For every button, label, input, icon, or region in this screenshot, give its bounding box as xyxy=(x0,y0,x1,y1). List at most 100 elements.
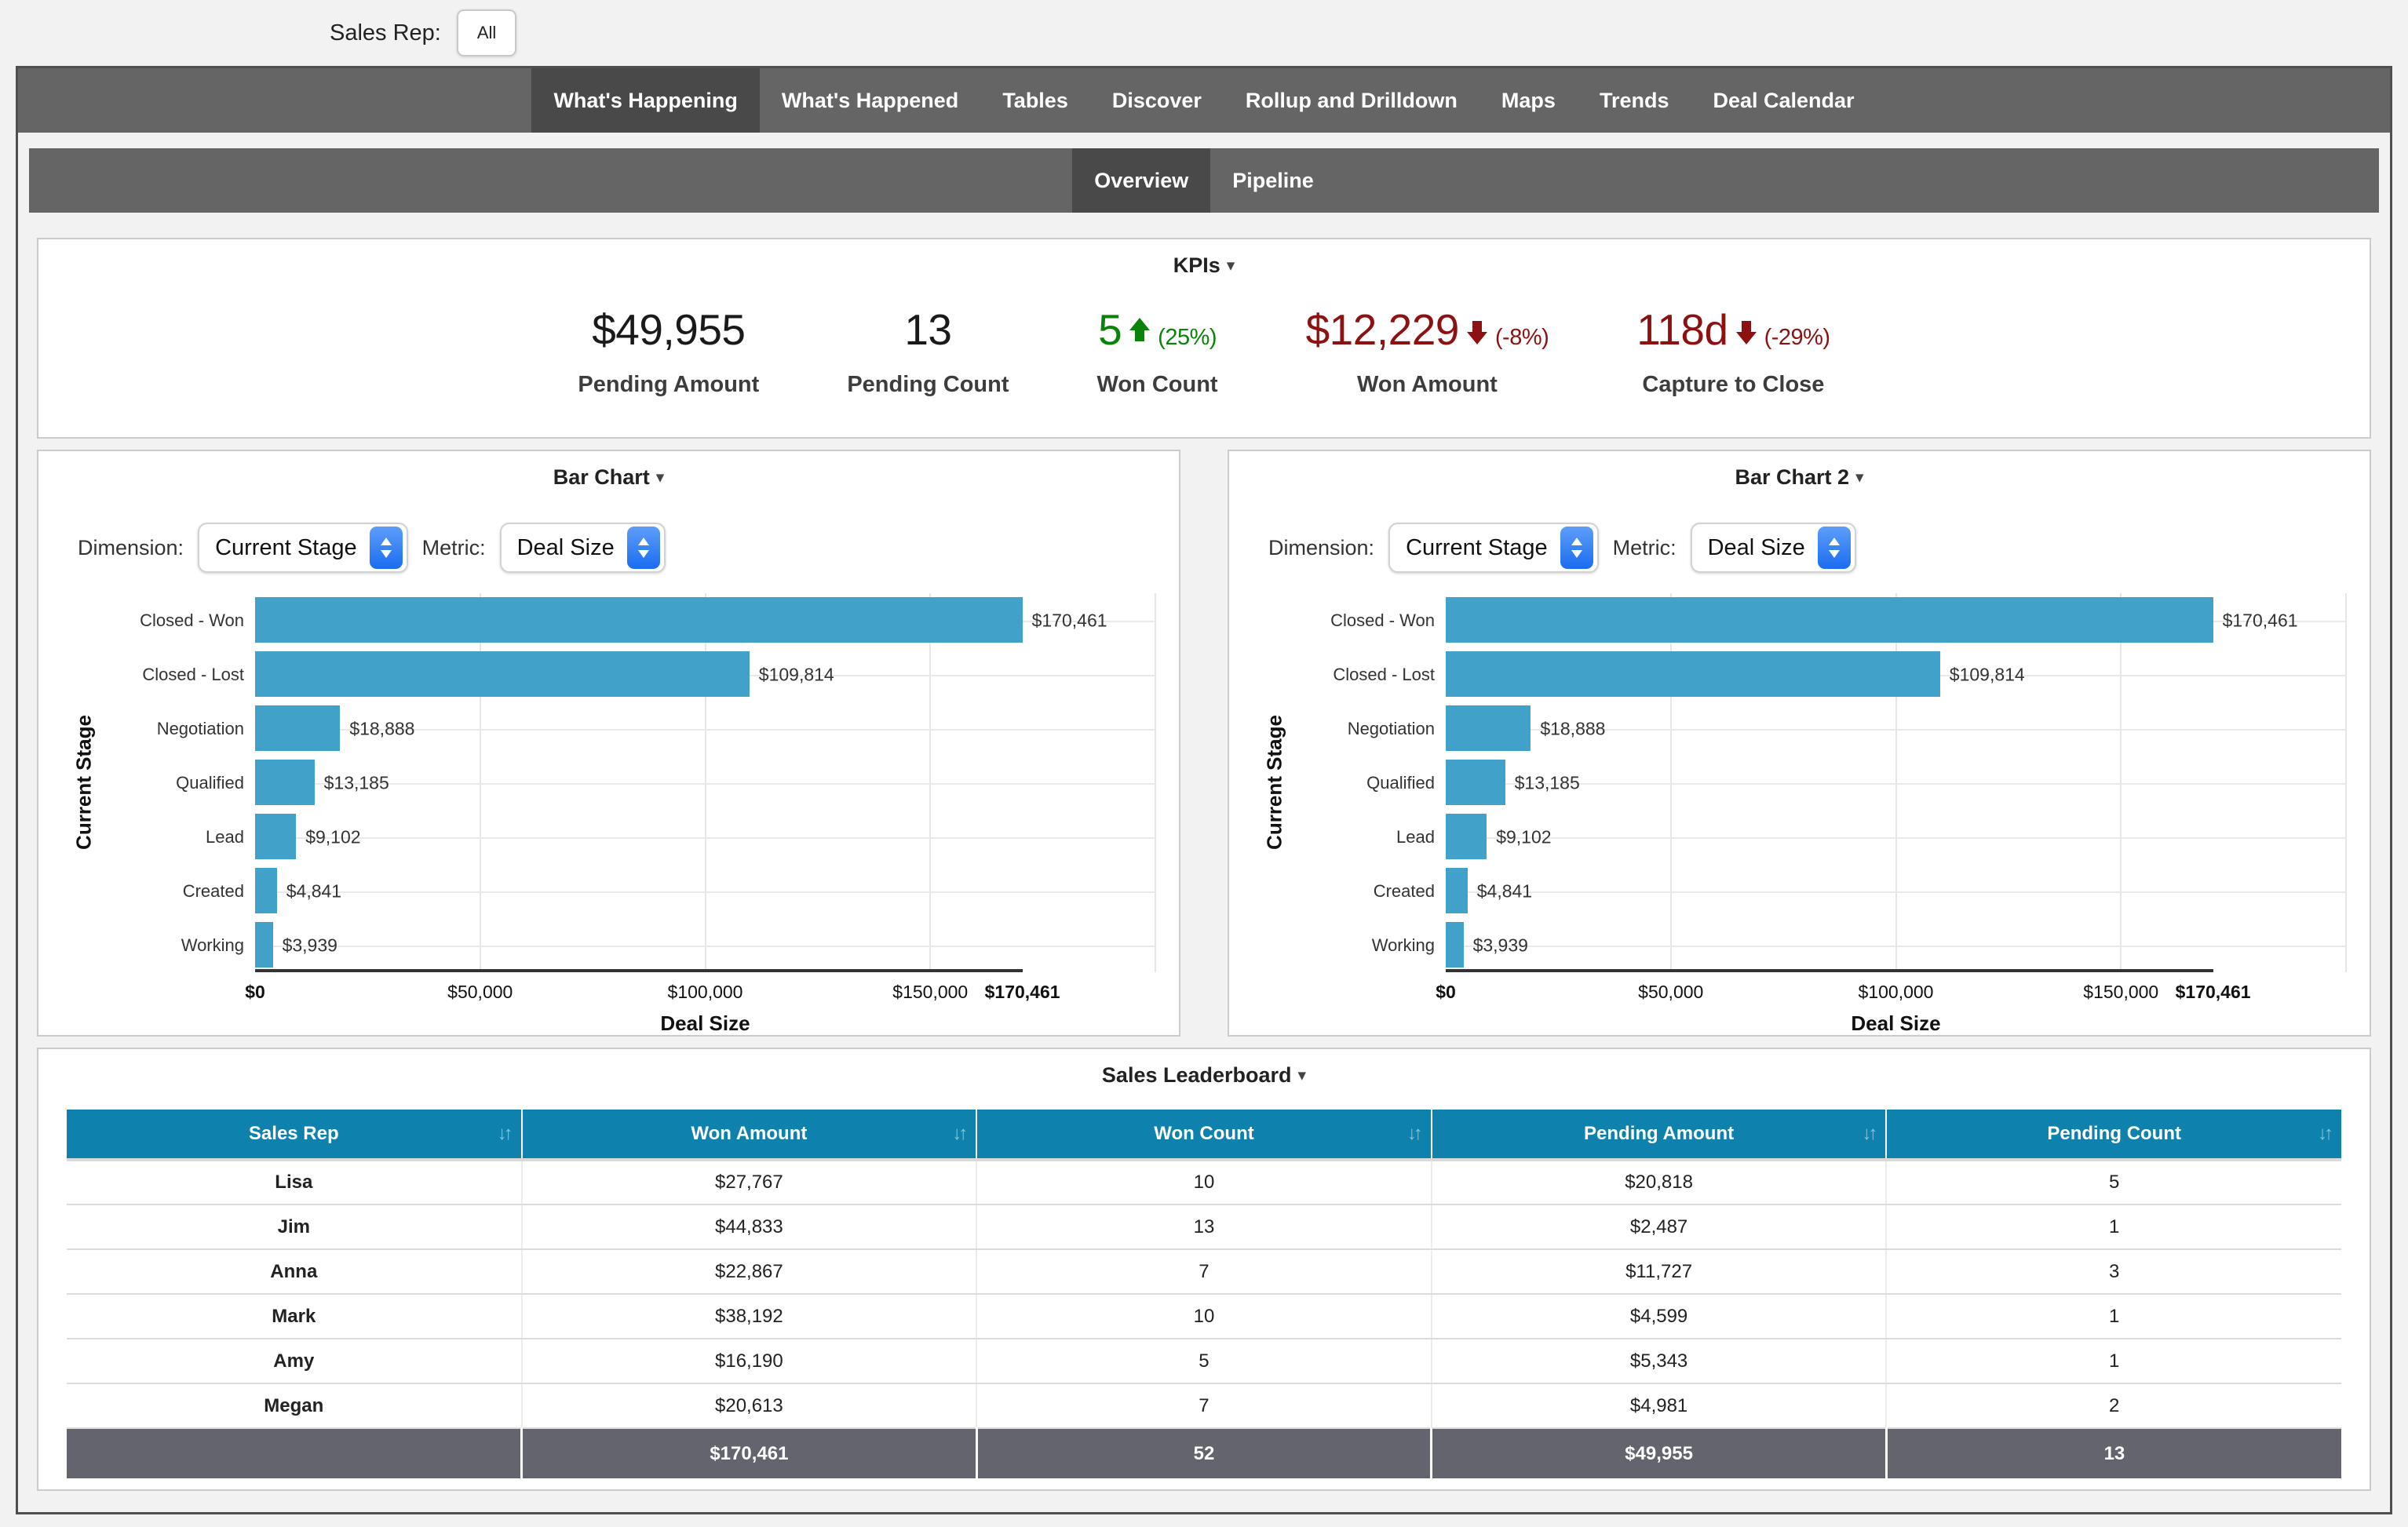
column-header-pending-amount[interactable]: Pending Amount ↓↑ xyxy=(1431,1110,1888,1161)
bar-value-label: $170,461 xyxy=(1031,610,1107,630)
total-cell xyxy=(67,1428,524,1478)
dimension-select[interactable]: Current Stage xyxy=(198,523,408,573)
kpi-value: 5 (25%) xyxy=(1098,305,1217,354)
nav-tab-deal-calendar[interactable]: Deal Calendar xyxy=(1691,68,1876,133)
bar-lead[interactable] xyxy=(1446,814,1487,859)
table-row: Jim $44,833 13 $2,487 1 xyxy=(67,1204,2341,1250)
bar-value-label: $13,185 xyxy=(1514,772,1580,793)
kpi-label: Won Count xyxy=(1096,372,1218,397)
category-label: Lead xyxy=(206,826,244,847)
bar-working[interactable] xyxy=(255,922,273,968)
table-cell: 5 xyxy=(1886,1160,2341,1205)
sort-icon[interactable]: ↓↑ xyxy=(2318,1123,2333,1145)
total-cell: $49,955 xyxy=(1431,1428,1888,1478)
kpi-delta: (-8%) xyxy=(1494,325,1549,350)
kpi-label: Capture to Close xyxy=(1642,372,1825,397)
bar-chart-title-text: Bar Chart xyxy=(553,465,650,489)
sort-icon[interactable]: ↓↑ xyxy=(952,1123,968,1145)
category-label: Working xyxy=(181,935,244,955)
bar-closed-lost[interactable] xyxy=(1446,651,1940,697)
kpi-value: 118d (-29%) xyxy=(1636,305,1830,354)
plot-area: $170,461 $109,814 $18,888 $13,185 $9,102 $4,8… xyxy=(1446,593,2347,972)
bar-row: $170,461 xyxy=(255,593,1155,647)
sort-icon[interactable]: ↓↑ xyxy=(498,1123,513,1145)
table-cell: Anna xyxy=(67,1249,523,1295)
sales-rep-filter-button[interactable]: All xyxy=(456,9,517,56)
kpi-label: Won Amount xyxy=(1357,372,1498,397)
metric-select[interactable]: Deal Size xyxy=(499,523,666,573)
nav-tab-maps[interactable]: Maps xyxy=(1479,68,1578,133)
bar-value-label: $18,888 xyxy=(1540,718,1606,738)
table-cell: Megan xyxy=(67,1383,523,1429)
sales-leaderboard-title-text: Sales Leaderboard xyxy=(1101,1063,1292,1087)
trend-down-icon xyxy=(1735,318,1757,344)
table-cell: 10 xyxy=(976,1160,1432,1205)
bar-row: $18,888 xyxy=(1446,702,2346,756)
table-cell: Jim xyxy=(67,1204,523,1250)
nav-tab-discover[interactable]: Discover xyxy=(1090,68,1224,133)
kpi-value: 13 xyxy=(904,305,952,354)
sales-rep-filter-label: Sales Rep: xyxy=(330,20,441,46)
bar-chart-plot: Closed - Won Closed - Lost Negotiation Qual… xyxy=(38,593,1179,1036)
bar-chart-2-controls: Dimension: Current Stage Metric: Deal Si… xyxy=(1268,523,2370,573)
sales-leaderboard-panel: Sales Leaderboard ▾ Sales Rep ↓↑ Won Amount… xyxy=(37,1048,2371,1491)
nav-tab-tables[interactable]: Tables xyxy=(980,68,1090,133)
caret-down-icon: ▾ xyxy=(655,468,665,487)
bar-row: $13,185 xyxy=(1446,756,2346,810)
column-header-pending-count[interactable]: Pending Count ↓↑ xyxy=(1886,1110,2341,1161)
subnav-tab-overview[interactable]: Overview xyxy=(1072,148,1211,213)
table-cell: Lisa xyxy=(67,1160,523,1205)
bar-row: $170,461 xyxy=(1446,593,2346,647)
column-header-sales-rep[interactable]: Sales Rep ↓↑ xyxy=(67,1110,523,1161)
dimension-select[interactable]: Current Stage xyxy=(1388,523,1599,573)
category-label: Working xyxy=(1371,935,1435,955)
kpi-pending-amount: $49,955 Pending Amount xyxy=(578,304,759,398)
bar-created[interactable] xyxy=(1446,868,1468,913)
subnav-tab-pipeline[interactable]: Pipeline xyxy=(1210,148,1336,213)
bar-created[interactable] xyxy=(255,868,277,913)
kpi-pending-count: 13 Pending Count xyxy=(847,304,1009,398)
nav-tab-rollup-and-drilldown[interactable]: Rollup and Drilldown xyxy=(1224,68,1479,133)
charts-row: Bar Chart ▾ Dimension: Current Stage Metr… xyxy=(37,450,2371,1037)
trend-up-icon xyxy=(1129,318,1151,344)
bar-qualified[interactable] xyxy=(1446,760,1505,805)
total-cell: 52 xyxy=(976,1428,1433,1478)
bar-negotiation[interactable] xyxy=(1446,705,1531,751)
table-cell: $16,190 xyxy=(521,1339,978,1384)
table-header-row: Sales Rep ↓↑ Won Amount ↓↑ Won Count ↓↑ Pendin… xyxy=(67,1110,2341,1161)
bar-lead[interactable] xyxy=(255,814,297,859)
nav-tab-what-s-happened[interactable]: What's Happened xyxy=(760,68,980,133)
category-label: Negotiation xyxy=(156,718,244,738)
bar-chart-title[interactable]: Bar Chart ▾ xyxy=(38,451,1179,490)
column-header-won-count[interactable]: Won Count ↓↑ xyxy=(976,1110,1432,1161)
kpi-won-amount: $12,229 (-8%) Won Amount xyxy=(1306,304,1549,398)
category-label: Created xyxy=(1373,880,1435,901)
metric-select[interactable]: Deal Size xyxy=(1690,523,1856,573)
bar-working[interactable] xyxy=(1446,922,1464,968)
sort-icon[interactable]: ↓↑ xyxy=(1407,1123,1423,1145)
nav-tab-what-s-happening[interactable]: What's Happening xyxy=(531,68,760,133)
bar-negotiation[interactable] xyxy=(255,705,341,751)
x-tick-label: $50,000 xyxy=(447,982,513,1002)
bar-closed-won[interactable] xyxy=(1446,597,2213,643)
sort-icon[interactable]: ↓↑ xyxy=(1862,1123,1877,1145)
table-cell: $20,818 xyxy=(1431,1160,1888,1205)
trend-down-icon xyxy=(1466,318,1487,344)
dimension-label: Dimension: xyxy=(1268,535,1375,559)
bar-chart-2-title[interactable]: Bar Chart 2 ▾ xyxy=(1229,451,2370,490)
column-header-won-amount[interactable]: Won Amount ↓↑ xyxy=(521,1110,978,1161)
category-label: Closed - Lost xyxy=(1333,664,1435,684)
kpi-delta: (25%) xyxy=(1158,325,1217,350)
kpis-section-title[interactable]: KPIs ▾ xyxy=(38,239,2370,278)
nav-tab-trends[interactable]: Trends xyxy=(1578,68,1691,133)
bar-row: $4,841 xyxy=(1446,864,2346,918)
select-stepper-icon xyxy=(369,527,403,569)
kpi-value: $49,955 xyxy=(592,305,746,354)
kpi-won-count: 5 (25%) Won Count xyxy=(1097,304,1218,398)
bar-qualified[interactable] xyxy=(255,760,315,805)
metric-label: Metric: xyxy=(421,535,486,559)
bar-closed-lost[interactable] xyxy=(255,651,750,697)
bar-closed-won[interactable] xyxy=(255,597,1023,643)
sales-leaderboard-title[interactable]: Sales Leaderboard ▾ xyxy=(38,1049,2370,1088)
table-cell: $20,613 xyxy=(521,1383,978,1429)
